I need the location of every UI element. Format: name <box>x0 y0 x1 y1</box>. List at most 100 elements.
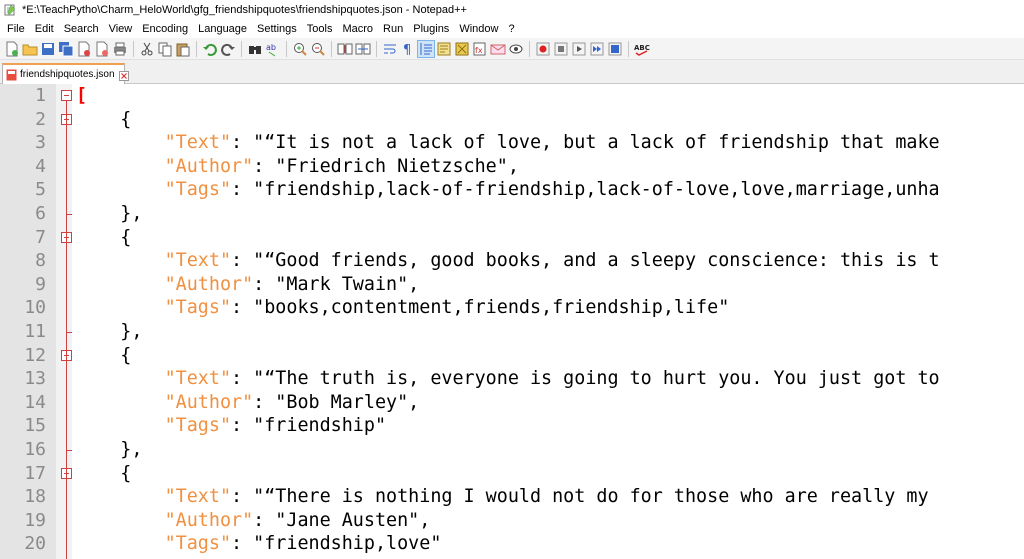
code-line[interactable]: { <box>76 108 131 132</box>
json-key: "Text" <box>164 368 232 390</box>
tab-friendshipquotes-json[interactable]: friendshipquotes.json <box>2 63 129 84</box>
code-text: : "friendship,love" <box>231 533 442 555</box>
eye-icon[interactable] <box>508 41 524 57</box>
code-line[interactable]: }, <box>76 202 142 226</box>
run-macro-multiple-icon[interactable] <box>589 41 605 57</box>
folder-as-workspace-icon[interactable]: fx <box>472 41 488 57</box>
menu-language[interactable]: Language <box>193 23 252 35</box>
save-icon[interactable] <box>40 41 56 57</box>
code-line[interactable]: "Text": "“Good friends, good books, and … <box>76 249 940 273</box>
menu-encoding[interactable]: Encoding <box>137 23 193 35</box>
json-key: "Author" <box>164 509 254 531</box>
new-file-icon[interactable] <box>4 41 20 57</box>
close-tab-icon[interactable] <box>118 70 129 81</box>
menu-view[interactable]: View <box>104 23 138 35</box>
menu-settings[interactable]: Settings <box>252 23 302 35</box>
json-key: "Tags" <box>164 415 232 437</box>
code-line[interactable]: { <box>76 344 131 368</box>
svg-text:ABC: ABC <box>634 44 650 52</box>
indent-guide-icon[interactable] <box>417 39 435 58</box>
code-line[interactable]: { <box>76 462 131 486</box>
json-key: "Tags" <box>164 179 232 201</box>
code-line[interactable]: "Tags": "books,contentment,friends,frien… <box>76 296 730 320</box>
menu-tools[interactable]: Tools <box>302 23 338 35</box>
code-line[interactable]: "Tags": "friendship,love" <box>76 532 442 556</box>
menu-file[interactable]: File <box>2 23 30 35</box>
toolbar-separator <box>331 40 332 57</box>
word-wrap-icon[interactable] <box>382 41 398 57</box>
zoom-in-icon[interactable] <box>292 41 308 57</box>
menu-edit[interactable]: Edit <box>30 23 59 35</box>
code-line[interactable]: "Author": "Mark Twain", <box>76 273 420 297</box>
code-line[interactable]: "Tags": "friendship,lack-of-friendship,l… <box>76 178 940 202</box>
toolbar-separator <box>241 40 242 57</box>
toolbar-separator <box>376 40 377 57</box>
replace-icon[interactable]: ab <box>265 41 281 57</box>
save-all-icon[interactable] <box>58 41 74 57</box>
toolbar-separator <box>196 40 197 57</box>
line-number: 3 <box>35 132 46 154</box>
stop-macro-icon[interactable] <box>553 41 569 57</box>
json-key: "Text" <box>164 250 232 272</box>
save-macro-icon[interactable] <box>607 41 623 57</box>
code-line[interactable]: "Text": "“There is nothing I would not d… <box>76 485 929 509</box>
close-file-icon[interactable] <box>76 41 92 57</box>
document-map-icon[interactable] <box>436 41 452 57</box>
show-all-characters-icon[interactable]: ¶ <box>400 41 416 57</box>
code-line[interactable]: "Author": "Friedrich Nietzsche", <box>76 155 519 179</box>
code-text: : "Mark Twain", <box>253 273 420 295</box>
json-key: "Author" <box>164 273 254 295</box>
code-text: { <box>76 462 132 484</box>
line-number: 4 <box>35 155 46 177</box>
svg-text:ab: ab <box>266 43 276 52</box>
code-line[interactable]: "Text": "“The truth is, everyone is goin… <box>76 367 940 391</box>
print-icon[interactable] <box>112 41 128 57</box>
code-line[interactable]: }, <box>76 438 142 462</box>
undo-icon[interactable] <box>202 41 218 57</box>
editor[interactable]: 1[2 {3 "Text": "“It is not a lack of lov… <box>0 84 1024 559</box>
line-number: 6 <box>35 203 46 224</box>
toolbar-separator <box>529 40 530 57</box>
copy-icon[interactable] <box>157 41 173 57</box>
menu-run[interactable]: Run <box>378 23 408 35</box>
line-number: 18 <box>24 486 46 508</box>
code-line[interactable]: "Author": "Jane Austen", <box>76 509 431 533</box>
record-macro-icon[interactable] <box>535 41 551 57</box>
sync-horizontal-icon[interactable] <box>355 41 371 57</box>
play-macro-icon[interactable] <box>571 41 587 57</box>
menu-macro[interactable]: Macro <box>337 23 378 35</box>
code-line[interactable]: "Author": "Bob Marley", <box>76 391 420 415</box>
menu-plugins[interactable]: Plugins <box>408 23 454 35</box>
redo-icon[interactable] <box>220 41 236 57</box>
toolbar: ab ¶ fx ABC <box>0 38 1024 60</box>
line-number: 10 <box>24 297 46 319</box>
code-line[interactable]: }, <box>76 320 142 344</box>
line-number: 20 <box>24 533 46 555</box>
code-line[interactable]: [ <box>76 84 87 108</box>
monitoring-icon[interactable] <box>490 41 506 57</box>
find-icon[interactable] <box>247 41 263 57</box>
code-text: : "Bob Marley", <box>253 391 420 413</box>
paste-icon[interactable] <box>175 41 191 57</box>
menu-window[interactable]: Window <box>454 23 503 35</box>
fold-toggle-icon[interactable] <box>61 90 72 101</box>
menu-search[interactable]: Search <box>59 23 104 35</box>
close-all-icon[interactable] <box>94 41 110 57</box>
cut-icon[interactable] <box>139 41 155 57</box>
toolbar-separator <box>628 40 629 57</box>
menu-help[interactable]: ? <box>503 23 519 35</box>
code-line[interactable]: "Text": "“It is not a lack of love, but … <box>76 131 940 155</box>
zoom-out-icon[interactable] <box>310 41 326 57</box>
code-line[interactable]: "Tags": "friendship" <box>76 414 386 438</box>
code-line[interactable]: { <box>76 226 131 250</box>
sync-vertical-icon[interactable] <box>337 41 353 57</box>
function-list-icon[interactable] <box>454 41 470 57</box>
json-key: "Tags" <box>164 297 232 319</box>
spell-check-icon[interactable]: ABC <box>634 41 650 57</box>
open-file-icon[interactable] <box>22 41 38 57</box>
